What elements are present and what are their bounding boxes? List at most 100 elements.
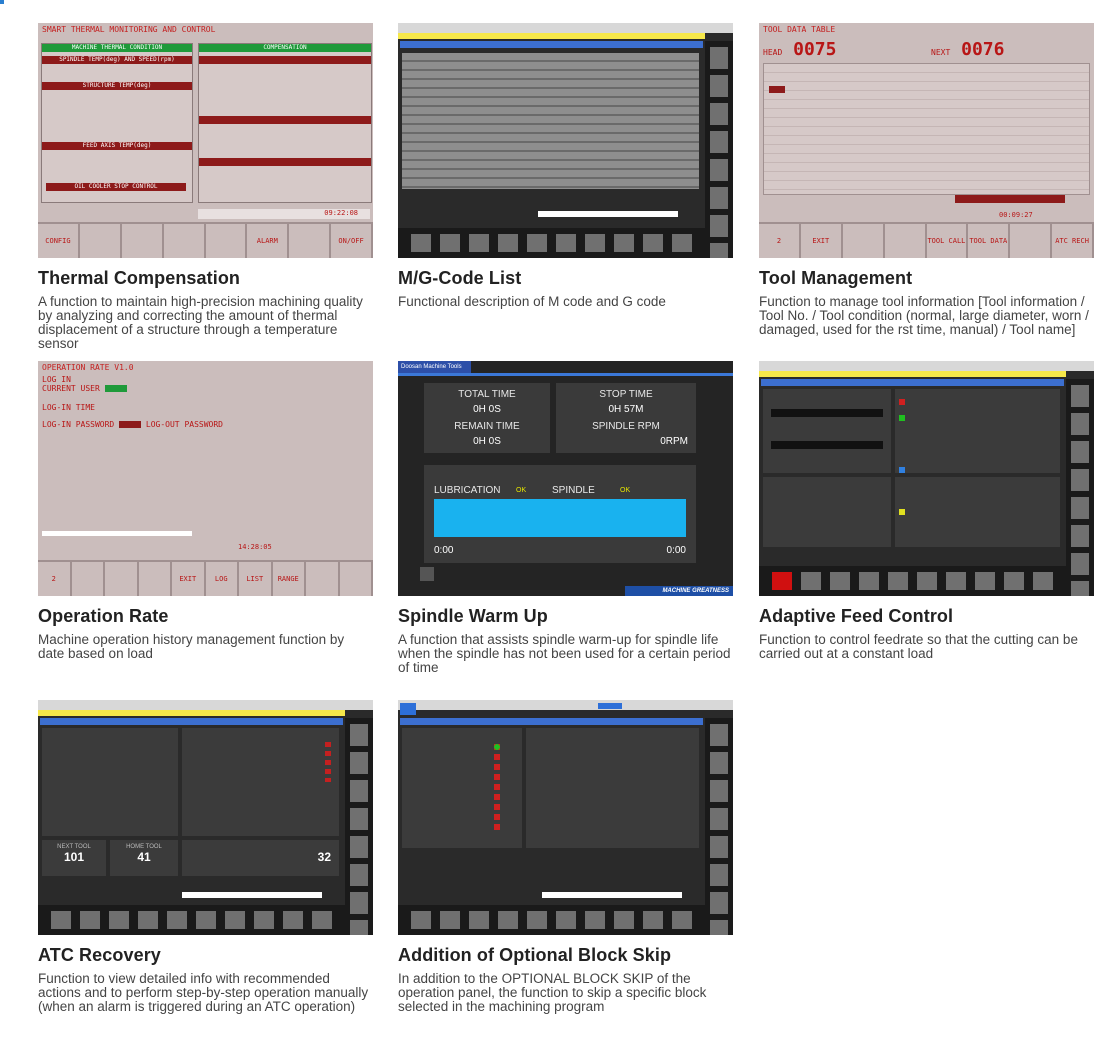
card-title: Tool Management [759,268,913,288]
progress-start-time: 0:00 [434,545,454,556]
softkey-6[interactable]: TOOL DATA [968,224,1011,258]
mgcode-side-keys [705,41,733,258]
softkey-1[interactable]: 2 [759,224,801,258]
card-title: ATC Recovery [38,945,161,965]
thermal-softkeys: CONFIG ALARM ON/OFF [38,222,373,258]
mgcode-input-line [538,211,678,217]
softkey-8[interactable]: RANGE [273,562,306,596]
spindle-rpm-value: 0RPM [660,436,688,447]
atc-title-bar [40,718,343,725]
tool-time: 00:09:27 [999,211,1033,219]
afc-info-panel [763,477,891,547]
card-adaptive-feed-control[interactable]: Adaptive Feed Control Function to contro… [759,361,1094,661]
card-description: Machine operation history management fun… [38,632,345,661]
remain-time-label: REMAIN TIME [454,421,520,432]
mgcode-top-bar [398,23,733,33]
softkey-2[interactable] [80,224,122,258]
oprate-time: 14:28:05 [238,543,272,551]
card-title: M/G-Code List [398,268,522,288]
afc-load-gauges [763,389,891,473]
thermal-header: SMART THERMAL MONITORING AND CONTROL [38,23,373,37]
softkey-5[interactable]: EXIT [172,562,206,596]
mgcode-bottom-keys [398,228,705,258]
login-pw-label: LOG-IN PASSWORD [42,420,115,429]
lubrication-label: LUBRICATION [434,485,501,496]
login-time-label: LOG-IN TIME [42,403,95,412]
green-indicator-icon [899,415,905,421]
oprate-input-line [42,531,192,536]
softkey-2[interactable] [72,562,105,596]
red-indicator-icon [899,399,905,405]
softkey-7[interactable] [289,224,332,258]
softkey-7[interactable]: LIST [239,562,273,596]
softkey-3[interactable] [122,224,164,258]
home-tool-value: 41 [137,850,151,864]
softkey-1[interactable]: 2 [38,562,72,596]
softkey-5[interactable] [206,224,248,258]
warmup-button[interactable] [420,567,434,581]
card-title: Thermal Compensation [38,268,241,288]
card-description: Function to view detailed info with reco… [38,971,369,1014]
total-time-box: TOTAL TIME 0H 0S REMAIN TIME 0H 0S [424,383,550,453]
softkey-2[interactable]: EXIT [801,224,843,258]
softkey-3[interactable] [843,224,885,258]
next-label: NEXT [931,48,951,57]
card-description: In addition to the OPTIONAL BLOCK SKIP o… [398,971,707,1014]
thermal-left-title: MACHINE THERMAL CONDITION [42,44,192,52]
mgcode-screenshot [398,23,733,258]
mgcode-list[interactable] [402,53,699,189]
atc-top-bar [38,700,373,710]
tool-table[interactable] [763,63,1090,195]
yellow-indicator-icon [899,509,905,515]
lubrication-ok: OK [516,487,527,494]
obs-screenshot [398,700,733,935]
home-tool-box: HOME TOOL 41 [110,840,178,876]
softkey-9[interactable] [306,562,340,596]
tool-head-row: HEAD 0075 [763,39,836,60]
card-operation-rate[interactable]: OPERATION RATE V1.0 LOG IN CURRENT USER … [38,361,373,661]
obs-status-badge [598,703,622,709]
softkey-4[interactable] [885,224,927,258]
card-thermal-compensation[interactable]: SMART THERMAL MONITORING AND CONTROL MAC… [38,23,373,351]
oprate-user-row: CURRENT USER [38,384,373,393]
login-pw-field[interactable] [119,421,142,428]
mgcode-title-bar [400,41,703,48]
afc-parameters[interactable] [895,389,1060,473]
obs-skip-list[interactable] [402,728,522,848]
card-description: Function to control feedrate so that the… [759,632,1078,661]
afc-side-keys [1066,379,1094,596]
card-spindle-warm-up[interactable]: Doosan Machine Tools TOTAL TIME 0H 0S RE… [398,361,733,675]
total-time-value: 0H 0S [473,404,501,415]
softkey-10[interactable] [340,562,373,596]
total-time-label: TOTAL TIME [458,389,516,400]
stop-time-label: STOP TIME [599,389,653,400]
card-optional-block-skip[interactable]: Addition of Optional Block Skip In addit… [398,700,733,1014]
remain-time-value: 0H 0S [473,436,501,447]
softkey-3[interactable] [105,562,139,596]
afc-title-bar [761,379,1064,386]
softkey-6[interactable]: LOG [206,562,239,596]
softkey-8[interactable]: ON/OFF [331,224,373,258]
softkey-7[interactable] [1010,224,1053,258]
status-strip: 09:22:08 [198,209,370,219]
softkey-8[interactable]: ATC RECH [1052,224,1094,258]
softkey-1[interactable]: CONFIG [38,224,80,258]
current-user-label: CURRENT USER [42,384,100,393]
progress-box: LUBRICATION OK SPINDLE OK 0:00 0:00 [424,465,696,563]
atc-status-list[interactable] [182,728,339,836]
softkey-5[interactable]: TOOL CALL [927,224,969,258]
softkey-6[interactable]: ALARM [247,224,290,258]
card-description: A function that assists spindle warm-up … [398,632,731,675]
atc-status-indicators [325,742,331,782]
thermal-spindle-label: SPINDLE TEMP(deg) AND SPEED(rpm) [42,56,192,64]
card-tool-management[interactable]: TOOL DATA TABLE HEAD 0075 NEXT 0076 00:0… [759,23,1094,337]
spindle-label: SPINDLE [552,485,595,496]
card-mg-code-list[interactable]: M/G-Code List Functional description of … [398,23,733,309]
spindle-ok: OK [620,487,631,494]
card-atc-recovery[interactable]: NEXT TOOL 101 HOME TOOL 41 32 ATC Recove… [38,700,373,1014]
mgcode-message-bar [398,33,705,39]
obs-skip-indicators [494,744,500,834]
tool-cursor [769,86,785,93]
softkey-4[interactable] [164,224,206,258]
softkey-4[interactable] [139,562,172,596]
